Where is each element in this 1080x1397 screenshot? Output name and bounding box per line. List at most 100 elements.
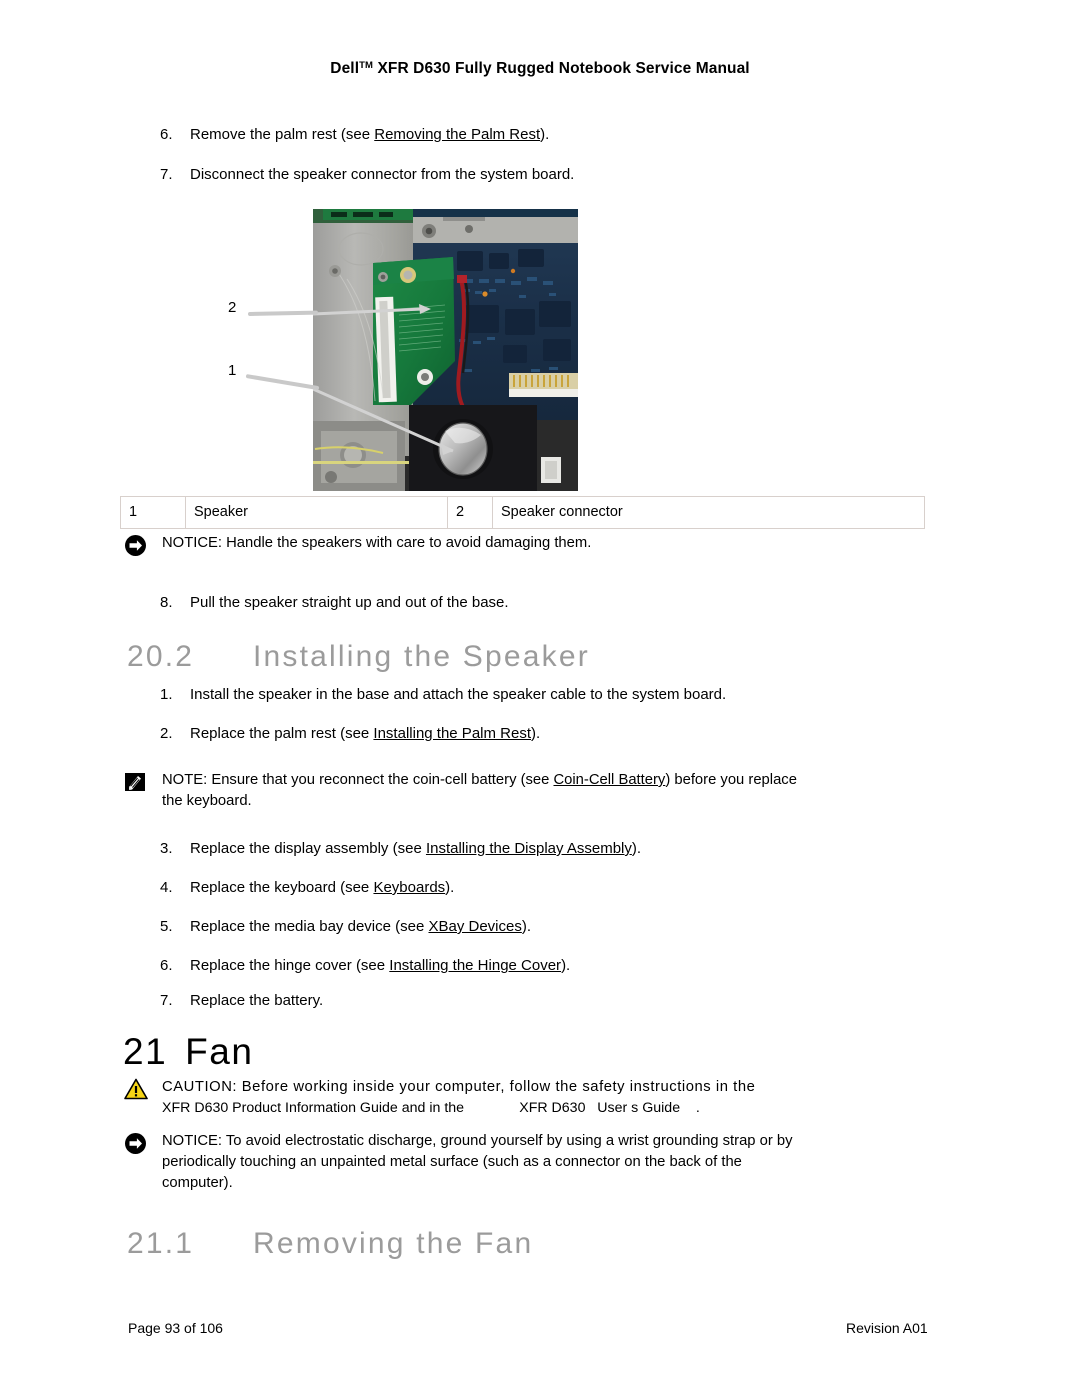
step-number: 6. [160,957,173,974]
step-text-post: ). [561,957,571,974]
heading-text: Removing the Fan [253,1227,534,1260]
cross-reference-link[interactable]: Removing the Palm Rest [374,126,540,143]
cross-reference-link[interactable]: Installing the Palm Rest [373,725,531,742]
step-number: 3. [160,840,173,857]
legend-index-2: 2 [447,496,493,529]
speaker-photo-graphic [313,209,578,491]
step-text-post: ). [631,840,642,857]
heading-21-1: 21.1 Removing the Fan [127,1227,533,1261]
cross-reference-link[interactable]: Installing the Hinge Cover [389,957,561,974]
step-text: Install the speaker in the base and atta… [190,686,727,703]
speaker-photo [313,209,578,491]
caution-text-1: CAUTION: Before working inside your comp… [162,1077,755,1119]
notice-line: NOTICE: Handle the speakers with care to… [162,535,592,551]
step-number: 7. [160,992,173,1009]
step-number: 7. [160,166,173,183]
step-text: Remove the palm rest (see Removing the P… [190,125,549,145]
step-text: Replace the palm rest (see Installing th… [190,724,540,744]
step-number: 6. [160,126,173,143]
list-item-install-5: 5. Replace the media bay device (see XBa… [160,917,531,937]
step-number: 8. [160,594,173,611]
cross-reference-link[interactable]: Coin-Cell Battery [553,772,665,788]
table-row: 1 Speaker 2 Speaker connector [120,496,925,529]
list-item-step-8: 8. Pull the speaker straight up and out … [160,593,509,613]
notice-block-1: NOTICE: Handle the speakers with care to… [124,533,964,557]
heading-text: Installing the Speaker [253,640,590,673]
list-item-step-7: 7. Disconnect the speaker connector from… [160,165,574,185]
caution-line-2: XFR D630 Product Information Guide and i… [162,1100,700,1116]
heading-number: 20.2 [127,640,195,673]
header-title-prefix: Dell [330,60,360,77]
caution-line-1: CAUTION: Before working inside your comp… [162,1079,756,1095]
legend-label-2: Speaker connector [492,496,925,529]
step-text: Pull the speaker straight up and out of … [190,594,509,611]
heading-21-fan: 21 Fan [123,1032,253,1072]
note-block-1: NOTE: Ensure that you reconnect the coin… [124,770,984,812]
note-line-1-pre: NOTE: Ensure that you reconnect the coin… [162,772,554,788]
step-text-post: ). [445,879,455,896]
step-text-pre: Replace the display assembly (see [190,840,426,857]
footer-revision: Revision A01 [846,1320,928,1336]
note-line-1-post: ) before you replace [665,772,797,788]
notice-arrow-icon [124,1131,154,1155]
callout-leader-1 [245,374,320,391]
figure-legend-table: 1 Speaker 2 Speaker connector [120,496,925,529]
heading-text: Fan [185,1031,254,1072]
list-item-install-3: 3. Replace the display assembly (see Ins… [160,839,641,859]
step-text: Replace the hinge cover (see Installing … [190,956,570,976]
document-page: DellTM XFR D630 Fully Rugged Notebook Se… [0,0,1080,1397]
step-text-post: ). [521,918,532,935]
step-text: Replace the display assembly (see Instal… [190,839,641,859]
list-item-install-7: 7. Replace the battery. [160,991,323,1011]
heading-20-2: 20.2 Installing the Speaker [127,640,590,674]
step-text: Disconnect the speaker connector from th… [190,165,574,185]
note-text-1: NOTE: Ensure that you reconnect the coin… [162,770,797,812]
note-line-2: the keyboard. [162,793,252,809]
footer-page-number: Page 93 of 106 [128,1320,223,1336]
cross-reference-link[interactable]: Installing the Display Assembly [426,840,632,857]
step-text-post: ). [540,126,550,143]
step-text-pre: Disconnect the speaker connector from th… [190,166,575,183]
list-item-install-6: 6. Replace the hinge cover (see Installi… [160,956,570,976]
notice-line: NOTICE: To avoid electrostatic discharge… [162,1133,793,1149]
heading-number: 21.1 [127,1227,195,1260]
notice-line: computer). [162,1175,233,1191]
step-text-pre: Remove the palm rest (see [190,126,375,143]
callout-leader-2 [247,310,319,316]
header-title-rest: XFR D630 Fully Rugged Notebook Service M… [373,60,750,77]
caution-block-1: CAUTION: Before working inside your comp… [124,1077,984,1119]
step-number: 1. [160,686,173,703]
header-trademark: TM [359,60,374,71]
step-text-pre: Replace the palm rest (see [190,725,374,742]
list-item-install-1: 1. Install the speaker in the base and a… [160,685,726,705]
notice-block-2: NOTICE: To avoid electrostatic discharge… [124,1131,984,1194]
notice-text-2: NOTICE: To avoid electrostatic discharge… [162,1131,793,1194]
notice-text-1: NOTICE: Handle the speakers with care to… [162,533,591,554]
document-header: DellTM XFR D630 Fully Rugged Notebook Se… [0,60,1080,78]
step-text-post: ). [531,725,541,742]
cross-reference-link[interactable]: XBay Devices [428,918,521,935]
list-item-install-4: 4. Replace the keyboard (see Keyboards). [160,878,454,898]
step-text-pre: Replace the keyboard (see [190,879,374,896]
note-line-1: NOTE: Ensure that you reconnect the coin… [162,770,797,791]
step-number: 4. [160,879,173,896]
notice-line: periodically touching an unpainted metal… [162,1154,742,1170]
legend-label-1: Speaker [185,496,448,529]
step-number: 5. [160,918,173,935]
cross-reference-link[interactable]: Keyboards [373,879,445,896]
notice-arrow-icon [124,533,154,557]
step-text-pre: Replace the media bay device (see [190,918,429,935]
step-text: Replace the keyboard (see Keyboards). [190,878,454,898]
list-item-step-6: 6. Remove the palm rest (see Removing th… [160,125,549,145]
note-pencil-icon [124,770,154,793]
legend-index-1: 1 [120,496,186,529]
list-item-install-2: 2. Replace the palm rest (see Installing… [160,724,540,744]
caution-triangle-icon [124,1077,154,1100]
callout-number-2: 2 [228,299,237,316]
step-text: Replace the battery. [190,992,324,1009]
step-number: 2. [160,725,173,742]
step-text: Replace the media bay device (see XBay D… [190,917,531,937]
callout-number-1: 1 [228,362,237,379]
step-text-pre: Replace the hinge cover (see [190,957,390,974]
heading-number: 21 [123,1031,168,1072]
